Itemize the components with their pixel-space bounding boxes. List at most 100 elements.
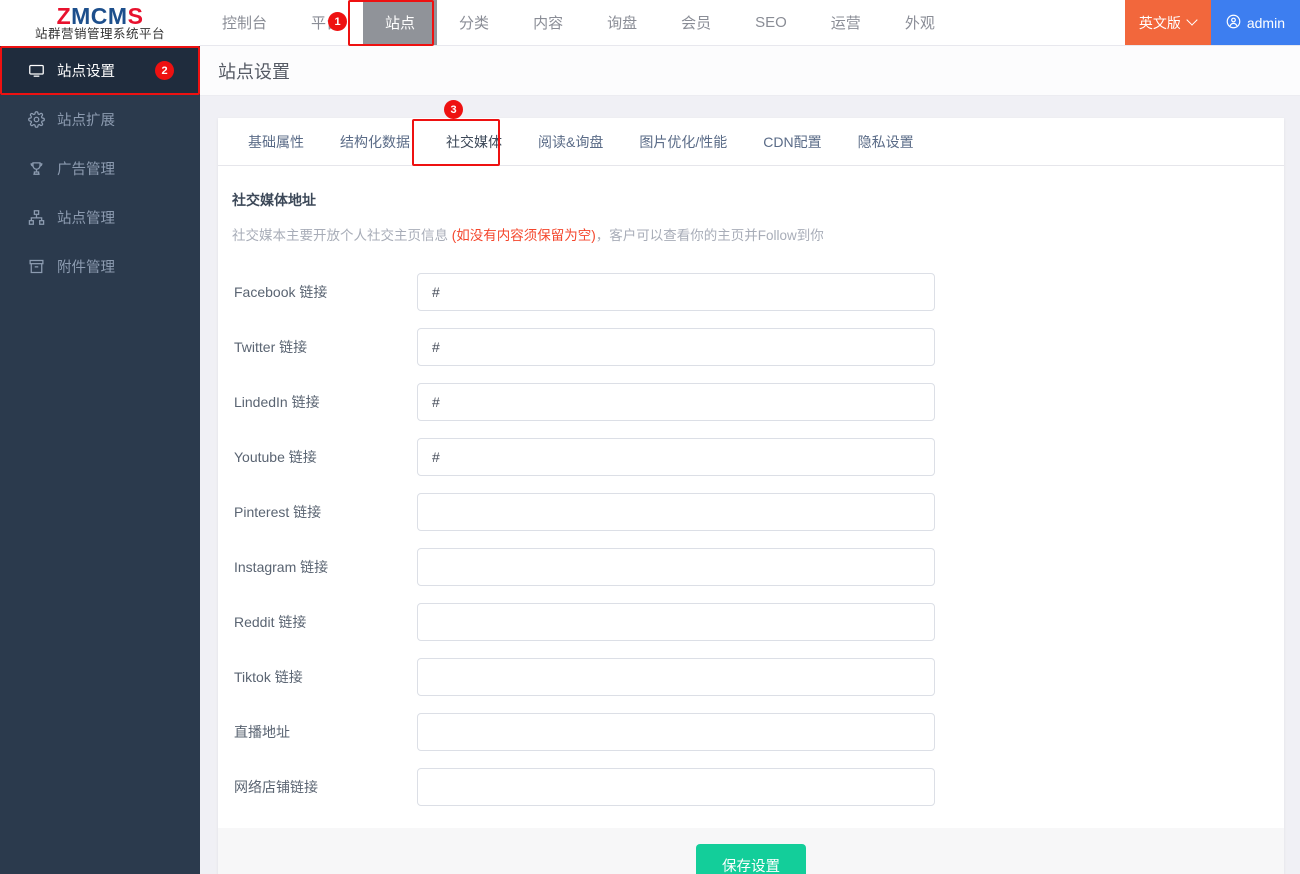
sidebar-item-label: 站点扩展 xyxy=(57,113,115,129)
nav-item-content[interactable]: 内容 xyxy=(511,0,585,45)
nav-label: 站点 xyxy=(385,15,416,32)
main-content: 站点设置 基础属性 结构化数据 社交媒体 阅读&询盘 图片优化/性能 CDN配置… xyxy=(200,46,1300,874)
field-label: 网络店铺链接 xyxy=(234,778,318,795)
tab-label: 阅读&询盘 xyxy=(538,133,604,150)
desc-part-2: ，客户可以查看你的主页并Follow到你 xyxy=(595,228,824,243)
form-row-pinterest: Pinterest 链接 xyxy=(232,484,1284,539)
nav-label: SEO xyxy=(755,14,787,31)
section-title: 社交媒体地址 xyxy=(232,192,316,208)
card-footer: 保存设置 xyxy=(218,828,1284,874)
language-label: 英文版 xyxy=(1138,14,1181,31)
twitter-link-input[interactable] xyxy=(417,327,935,366)
tab-basic-attributes[interactable]: 基础属性 xyxy=(230,118,322,165)
sidebar-item-label: 站点设置 xyxy=(57,64,115,80)
tab-label: CDN配置 xyxy=(763,133,822,150)
top-navigation-bar: ZMCMS 站群营销管理系统平台 控制台 平台 站点 分类 内容 询盘 会员 S… xyxy=(0,0,1300,46)
linkedin-link-input[interactable] xyxy=(417,382,935,421)
field-label: Tiktok 链接 xyxy=(234,668,303,685)
pinterest-link-input[interactable] xyxy=(417,492,935,531)
sidebar-item-site-management[interactable]: 站点管理 xyxy=(0,193,200,242)
form-row-facebook: Facebook 链接 xyxy=(232,264,1284,319)
tab-label: 基础属性 xyxy=(248,133,304,150)
nav-label: 会员 xyxy=(681,15,712,32)
nav-label: 控制台 xyxy=(222,15,268,32)
brand-logo[interactable]: ZMCMS 站群营销管理系统平台 xyxy=(0,0,200,46)
monitor-icon xyxy=(26,61,46,81)
nav-label: 询盘 xyxy=(607,15,638,32)
sidebar: 站点设置 站点扩展 广告管理 站点管理 附件管理 xyxy=(0,46,200,874)
page-header: 站点设置 xyxy=(200,46,1300,96)
nav-item-seo[interactable]: SEO xyxy=(733,0,809,45)
sidebar-item-ad-management[interactable]: 广告管理 xyxy=(0,144,200,193)
form-row-youtube: Youtube 链接 xyxy=(232,429,1284,484)
sidebar-item-site-extension[interactable]: 站点扩展 xyxy=(0,95,200,144)
form-row-online-store: 网络店铺链接 xyxy=(232,759,1284,814)
nav-item-site[interactable]: 站点 xyxy=(363,0,438,45)
page-title: 站点设置 xyxy=(218,61,290,82)
tiktok-link-input[interactable] xyxy=(417,657,935,696)
section-description: 社交媒本主要开放个人社交主页信息 (如没有内容须保留为空)，客户可以查看你的主页… xyxy=(232,224,1284,244)
tab-social-media[interactable]: 社交媒体 xyxy=(428,118,520,165)
nav-item-member[interactable]: 会员 xyxy=(659,0,733,45)
facebook-link-input[interactable] xyxy=(417,272,935,311)
tab-image-optimization[interactable]: 图片优化/性能 xyxy=(621,118,745,165)
desc-part-1: 社交媒本主要开放个人社交主页信息 xyxy=(232,228,452,243)
chevron-down-icon xyxy=(1188,16,1197,25)
nav-item-operations[interactable]: 运营 xyxy=(809,0,883,45)
sidebar-item-label: 附件管理 xyxy=(57,260,115,276)
tab-label: 隐私设置 xyxy=(857,133,914,150)
settings-card: 基础属性 结构化数据 社交媒体 阅读&询盘 图片优化/性能 CDN配置 隐私设置… xyxy=(218,118,1284,874)
nav-item-inquiry[interactable]: 询盘 xyxy=(585,0,659,45)
tab-privacy-settings[interactable]: 隐私设置 xyxy=(840,118,932,165)
instagram-link-input[interactable] xyxy=(417,547,935,586)
logo-letter-s: S xyxy=(127,3,144,29)
reddit-link-input[interactable] xyxy=(417,602,935,641)
form-row-instagram: Instagram 链接 xyxy=(232,539,1284,594)
sidebar-item-attachment-management[interactable]: 附件管理 xyxy=(0,242,200,291)
annotation-badge-1: 1 xyxy=(328,12,347,31)
account-menu-button[interactable]: admin xyxy=(1210,0,1300,45)
youtube-link-input[interactable] xyxy=(417,437,935,476)
nav-item-appearance[interactable]: 外观 xyxy=(883,0,957,45)
field-label: Youtube 链接 xyxy=(234,448,317,465)
language-switch-button[interactable]: 英文版 xyxy=(1124,0,1211,45)
tab-structured-data[interactable]: 结构化数据 xyxy=(322,118,428,165)
sidebar-item-label: 站点管理 xyxy=(57,211,115,227)
form-row-twitter: Twitter 链接 xyxy=(232,319,1284,374)
sitemap-icon xyxy=(26,208,46,228)
nav-item-category[interactable]: 分类 xyxy=(437,0,511,45)
online-store-link-input[interactable] xyxy=(417,767,935,806)
top-right-actions: 英文版 admin xyxy=(1124,0,1300,45)
tab-label: 图片优化/性能 xyxy=(639,133,728,150)
settings-body: 社交媒体地址 社交媒本主要开放个人社交主页信息 (如没有内容须保留为空)，客户可… xyxy=(218,166,1284,814)
live-stream-link-input[interactable] xyxy=(417,712,935,751)
nav-item-console[interactable]: 控制台 xyxy=(200,0,289,45)
logo-letters-mcm: MCM xyxy=(71,3,128,29)
form-row-linkedin: LindedIn 链接 xyxy=(232,374,1284,429)
form-row-live-stream: 直播地址 xyxy=(232,704,1284,759)
logo-subtitle: 站群营销管理系统平台 xyxy=(34,27,165,41)
nav-label: 内容 xyxy=(533,15,564,32)
trophy-icon xyxy=(26,159,46,179)
annotation-badge-2: 2 xyxy=(155,61,174,80)
nav-label: 分类 xyxy=(459,15,490,32)
sidebar-item-label: 广告管理 xyxy=(57,162,115,178)
field-label: LindedIn 链接 xyxy=(234,393,320,410)
field-label: Reddit 链接 xyxy=(234,613,307,630)
nav-label: 外观 xyxy=(904,15,935,32)
logo-letter-z: Z xyxy=(56,3,72,29)
tab-label: 结构化数据 xyxy=(340,133,410,150)
tab-cdn-config[interactable]: CDN配置 xyxy=(745,118,839,165)
settings-tabbar: 基础属性 结构化数据 社交媒体 阅读&询盘 图片优化/性能 CDN配置 隐私设置 xyxy=(218,118,1284,166)
desc-warning: (如没有内容须保留为空) xyxy=(451,228,596,243)
annotation-badge-3: 3 xyxy=(444,100,463,119)
nav-item-platform[interactable]: 平台 xyxy=(289,0,363,45)
save-settings-button[interactable]: 保存设置 xyxy=(696,843,806,874)
tab-reading-inquiry[interactable]: 阅读&询盘 xyxy=(520,118,621,165)
gear-icon xyxy=(26,110,46,130)
tab-label: 社交媒体 xyxy=(446,133,502,150)
field-label: Pinterest 链接 xyxy=(234,503,322,520)
form-row-tiktok: Tiktok 链接 xyxy=(232,649,1284,704)
field-label: Facebook 链接 xyxy=(234,283,328,300)
form-row-reddit: Reddit 链接 xyxy=(232,594,1284,649)
